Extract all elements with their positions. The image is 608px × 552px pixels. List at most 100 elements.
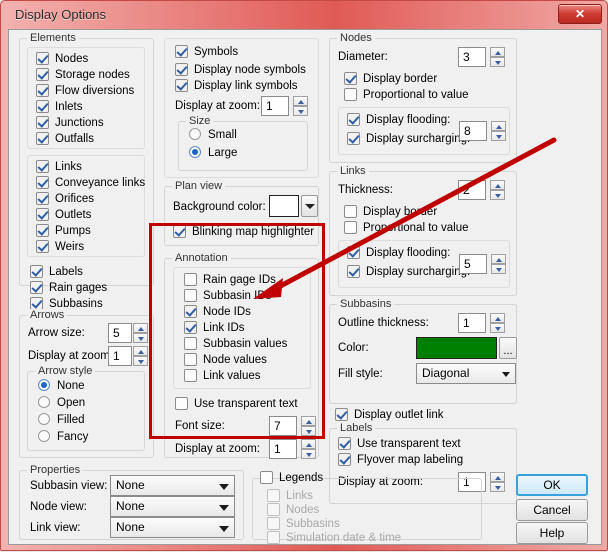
node-surcharge-input[interactable]: 8 [459, 121, 487, 141]
checkbox-junctions[interactable] [36, 116, 49, 129]
node-diameter-stepper[interactable] [490, 47, 505, 67]
checkbox-node-display-border[interactable] [344, 72, 357, 85]
checkbox-outlets[interactable] [36, 208, 49, 221]
stepper-up-icon[interactable] [133, 323, 148, 333]
stepper-up-icon[interactable] [491, 254, 506, 264]
link-view-select[interactable]: None [110, 517, 235, 538]
radio-arrow-filled[interactable] [38, 413, 50, 425]
symbols-zoom-stepper[interactable] [293, 96, 308, 116]
arrow-size-input[interactable]: 5 [108, 323, 132, 343]
subbasin-view-select[interactable]: None [110, 475, 235, 496]
ok-button[interactable]: OK [516, 474, 588, 496]
stepper-down-icon[interactable] [133, 333, 148, 343]
close-icon[interactable]: ✕ [558, 4, 602, 24]
checkbox-inlets[interactable] [36, 100, 49, 113]
fill-style-select[interactable]: Diagonal [416, 363, 516, 384]
arrow-size-stepper[interactable] [133, 323, 148, 343]
node-view-select[interactable]: None [110, 496, 235, 517]
checkbox-nodes[interactable] [36, 52, 49, 65]
link-thickness-input[interactable]: 2 [458, 180, 486, 200]
stepper-down-icon[interactable] [490, 482, 505, 492]
checkbox-pumps[interactable] [36, 224, 49, 237]
outline-thickness-stepper[interactable] [490, 313, 505, 333]
checkbox-rain-gage-ids[interactable] [184, 273, 197, 286]
stepper-down-icon[interactable] [491, 264, 506, 274]
arrow-zoom-stepper[interactable] [133, 346, 148, 366]
checkbox-annotation-transparent-text[interactable] [175, 397, 188, 410]
link-surcharge-input[interactable]: 5 [459, 254, 487, 274]
checkbox-flow-diversions[interactable] [36, 84, 49, 97]
font-size-stepper[interactable] [301, 416, 316, 436]
checkbox-flyover-map-labeling[interactable] [338, 453, 351, 466]
checkbox-legends[interactable] [260, 471, 273, 484]
checkbox-legend-simulation-datetime[interactable] [267, 531, 280, 544]
radio-size-small[interactable] [189, 128, 201, 140]
radio-arrow-fancy[interactable] [38, 430, 50, 442]
annotation-zoom-stepper[interactable] [301, 439, 316, 459]
checkbox-node-surcharging[interactable] [347, 132, 360, 145]
radio-arrow-none[interactable] [38, 379, 50, 391]
checkbox-subbasin-ids[interactable] [184, 289, 197, 302]
background-color-swatch[interactable] [269, 195, 299, 217]
checkbox-symbols[interactable] [175, 45, 188, 58]
checkbox-conveyance-links[interactable] [36, 176, 49, 189]
outline-thickness-input[interactable]: 1 [458, 313, 486, 333]
cancel-button[interactable]: Cancel [516, 499, 588, 521]
font-size-input[interactable]: 7 [269, 416, 297, 436]
stepper-up-icon[interactable] [490, 472, 505, 482]
checkbox-outfalls[interactable] [36, 132, 49, 145]
checkbox-display-outlet-link[interactable] [335, 408, 348, 421]
stepper-down-icon[interactable] [490, 323, 505, 333]
link-surcharge-stepper[interactable] [491, 254, 506, 274]
checkbox-weirs[interactable] [36, 240, 49, 253]
checkbox-legend-subbasins[interactable] [267, 517, 280, 530]
background-color-dropdown[interactable] [301, 195, 318, 217]
checkbox-link-flooding[interactable] [347, 246, 360, 259]
arrow-zoom-input[interactable]: 1 [108, 346, 132, 366]
labels-zoom-stepper[interactable] [490, 472, 505, 492]
radio-size-large[interactable] [189, 146, 201, 158]
checkbox-legend-links[interactable] [267, 489, 280, 502]
radio-arrow-open[interactable] [38, 396, 50, 408]
node-diameter-input[interactable]: 3 [458, 47, 486, 67]
stepper-up-icon[interactable] [490, 313, 505, 323]
stepper-up-icon[interactable] [490, 180, 505, 190]
checkbox-link-values[interactable] [184, 369, 197, 382]
stepper-down-icon[interactable] [133, 356, 148, 366]
checkbox-subbasin-values[interactable] [184, 337, 197, 350]
checkbox-labels-transparent-text[interactable] [338, 437, 351, 450]
checkbox-blinking-highlighter[interactable] [173, 225, 186, 238]
help-button[interactable]: Help [516, 522, 588, 544]
stepper-up-icon[interactable] [301, 416, 316, 426]
stepper-down-icon[interactable] [490, 190, 505, 200]
subbasin-color-browse-button[interactable]: ... [499, 337, 517, 359]
checkbox-node-proportional[interactable] [344, 88, 357, 101]
checkbox-links[interactable] [36, 160, 49, 173]
annotation-zoom-input[interactable]: 1 [269, 439, 297, 459]
stepper-up-icon[interactable] [490, 47, 505, 57]
checkbox-node-flooding[interactable] [347, 113, 360, 126]
stepper-up-icon[interactable] [491, 121, 506, 131]
symbols-zoom-input[interactable]: 1 [261, 96, 289, 116]
checkbox-node-ids[interactable] [184, 305, 197, 318]
checkbox-row-legends[interactable]: Legends [260, 471, 323, 486]
checkbox-link-surcharging[interactable] [347, 265, 360, 278]
checkbox-rain-gages[interactable] [30, 281, 43, 294]
subbasin-color-swatch[interactable] [416, 337, 497, 359]
checkbox-storage-nodes[interactable] [36, 68, 49, 81]
checkbox-labels[interactable] [30, 265, 43, 278]
stepper-up-icon[interactable] [293, 96, 308, 106]
stepper-down-icon[interactable] [490, 57, 505, 67]
stepper-up-icon[interactable] [133, 346, 148, 356]
stepper-down-icon[interactable] [491, 131, 506, 141]
stepper-down-icon[interactable] [301, 426, 316, 436]
checkbox-display-node-symbols[interactable] [175, 63, 188, 76]
checkbox-node-values[interactable] [184, 353, 197, 366]
link-thickness-stepper[interactable] [490, 180, 505, 200]
stepper-up-icon[interactable] [301, 439, 316, 449]
checkbox-orifices[interactable] [36, 192, 49, 205]
checkbox-legend-nodes[interactable] [267, 503, 280, 516]
stepper-down-icon[interactable] [293, 106, 308, 116]
stepper-down-icon[interactable] [301, 449, 316, 459]
checkbox-link-display-border[interactable] [344, 205, 357, 218]
